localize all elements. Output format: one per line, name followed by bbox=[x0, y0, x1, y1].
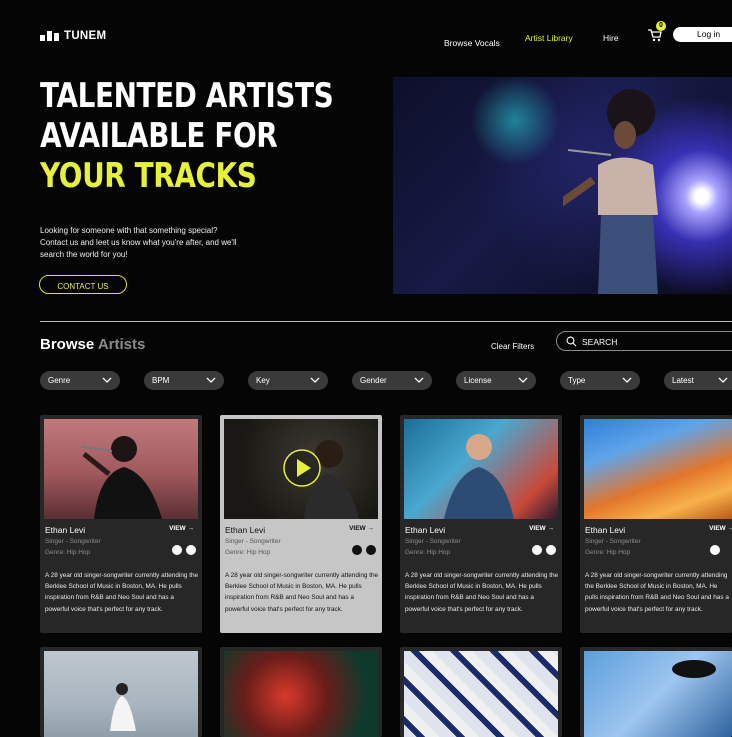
artist-description: A 28 year old singer-songwriter currentl… bbox=[405, 570, 559, 615]
filter-genre[interactable]: Genre bbox=[40, 371, 120, 390]
chevron-down-icon bbox=[622, 376, 632, 384]
artist-photo bbox=[224, 651, 378, 737]
play-icon[interactable] bbox=[282, 448, 322, 488]
singer-silhouette bbox=[563, 85, 683, 294]
artist-role: Singer - Songwriter bbox=[405, 538, 461, 545]
chevron-down-icon bbox=[414, 376, 424, 384]
heart-icon[interactable] bbox=[172, 545, 182, 555]
browse-title-primary: Browse bbox=[40, 336, 94, 353]
arrow-right-icon: → bbox=[188, 525, 195, 532]
hero-heading-line3: YOUR TRACKS bbox=[40, 156, 256, 196]
artist-card[interactable] bbox=[220, 647, 382, 737]
search-input[interactable]: SEARCH bbox=[556, 331, 732, 351]
add-icon[interactable] bbox=[366, 545, 376, 555]
arrow-right-icon: → bbox=[368, 525, 375, 532]
clear-filters-link[interactable]: Clear Filters bbox=[491, 342, 534, 351]
filter-bpm[interactable]: BPM bbox=[144, 371, 224, 390]
filter-label: BPM bbox=[152, 376, 169, 385]
browse-artists-heading: Browse Artists bbox=[40, 336, 145, 353]
artist-card[interactable]: Ethan Levi VIEW → Singer - Songwriter Ge… bbox=[580, 415, 732, 633]
artist-name: Ethan Levi bbox=[405, 525, 445, 535]
artist-photo bbox=[44, 419, 198, 519]
logo-mark-icon bbox=[40, 31, 59, 41]
heart-icon[interactable] bbox=[710, 545, 720, 555]
artist-description: A 28 year old singer-songwriter currentl… bbox=[45, 570, 199, 615]
artist-photo bbox=[404, 419, 558, 519]
artist-role: Singer - Songwriter bbox=[225, 538, 281, 545]
add-icon[interactable] bbox=[546, 545, 556, 555]
nav-browse-vocals[interactable]: Browse Vocals bbox=[444, 33, 500, 51]
artist-photo bbox=[224, 419, 378, 519]
heart-icon[interactable] bbox=[532, 545, 542, 555]
filter-label: Latest bbox=[672, 376, 694, 385]
artist-genre: Genre: Hip Hop bbox=[585, 549, 630, 556]
artist-description: A 28 year old singer-songwriter currentl… bbox=[225, 570, 379, 615]
artist-photo bbox=[44, 651, 198, 737]
artist-name: Ethan Levi bbox=[585, 525, 625, 535]
artist-card[interactable]: Ethan Levi VIEW → Singer - Songwriter Ge… bbox=[220, 415, 382, 633]
artist-card[interactable] bbox=[40, 647, 202, 737]
heart-icon[interactable] bbox=[352, 545, 362, 555]
login-button[interactable]: Log in bbox=[673, 27, 732, 42]
filter-label: Genre bbox=[48, 376, 70, 385]
chevron-down-icon bbox=[718, 376, 728, 384]
arrow-right-icon: → bbox=[728, 525, 732, 532]
view-link[interactable]: VIEW → bbox=[349, 525, 374, 532]
artist-card[interactable] bbox=[580, 647, 732, 737]
filter-gender[interactable]: Gender bbox=[352, 371, 432, 390]
search-placeholder: SEARCH bbox=[582, 337, 617, 347]
hero-singer-image bbox=[393, 77, 732, 294]
artist-card[interactable]: Ethan Levi VIEW → Singer - Songwriter Ge… bbox=[400, 415, 562, 633]
view-link[interactable]: VIEW → bbox=[169, 525, 194, 532]
filter-label: Type bbox=[568, 376, 585, 385]
search-icon bbox=[566, 336, 577, 347]
filter-license[interactable]: License bbox=[456, 371, 536, 390]
arrow-right-icon: → bbox=[548, 525, 555, 532]
artist-description: A 28 year old singer-songwriter currentl… bbox=[585, 570, 731, 615]
filter-label: Key bbox=[256, 376, 270, 385]
browse-title-secondary: Artists bbox=[98, 336, 146, 353]
filter-key[interactable]: Key bbox=[248, 371, 328, 390]
contact-us-button[interactable]: CONTACT US bbox=[39, 275, 127, 294]
section-divider bbox=[40, 321, 732, 322]
filter-label: License bbox=[464, 376, 492, 385]
filter-label: Gender bbox=[360, 376, 387, 385]
hero-heading-line2: AVAILABLE FOR bbox=[40, 116, 277, 156]
cart-count-badge: 0 bbox=[656, 21, 666, 31]
artist-card[interactable]: Ethan Levi VIEW → Singer - Songwriter Ge… bbox=[40, 415, 202, 633]
filter-latest[interactable]: Latest bbox=[664, 371, 732, 390]
artist-genre: Genre: Hip Hop bbox=[405, 549, 450, 556]
add-icon[interactable] bbox=[186, 545, 196, 555]
artist-photo bbox=[584, 419, 732, 519]
artist-name: Ethan Levi bbox=[225, 525, 265, 535]
artist-name: Ethan Levi bbox=[45, 525, 85, 535]
nav-hire[interactable]: Hire bbox=[603, 33, 619, 43]
filter-type[interactable]: Type bbox=[560, 371, 640, 390]
artist-photo bbox=[584, 651, 732, 737]
chevron-down-icon bbox=[206, 376, 216, 384]
artist-photo bbox=[404, 651, 558, 737]
logo[interactable]: TUNEM bbox=[40, 30, 106, 42]
chevron-down-icon bbox=[310, 376, 320, 384]
artist-genre: Genre: Hip Hop bbox=[45, 549, 90, 556]
nav-artist-library[interactable]: Artist Library bbox=[525, 33, 573, 43]
chevron-down-icon bbox=[518, 376, 528, 384]
view-link[interactable]: VIEW → bbox=[529, 525, 554, 532]
view-link[interactable]: VIEW → bbox=[709, 525, 732, 532]
chevron-down-icon bbox=[102, 376, 112, 384]
artist-card[interactable] bbox=[400, 647, 562, 737]
artist-role: Singer - Songwriter bbox=[585, 538, 641, 545]
hero-heading-line1: TALENTED ARTISTS bbox=[40, 76, 333, 116]
logo-text: TUNEM bbox=[64, 30, 106, 42]
artist-genre: Genre: Hip Hop bbox=[225, 549, 270, 556]
hero-description: Looking for someone with that something … bbox=[40, 225, 240, 261]
artist-role: Singer - Songwriter bbox=[45, 538, 101, 545]
